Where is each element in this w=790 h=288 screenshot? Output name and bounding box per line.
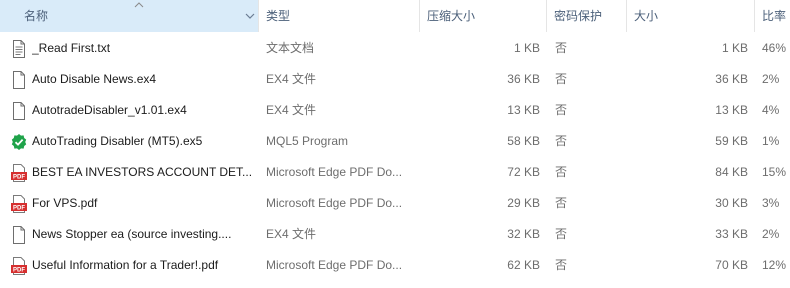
compression-ratio: 15%: [762, 165, 787, 179]
mql5-program-icon: [11, 134, 27, 150]
encrypted-flag: 否: [555, 103, 568, 117]
pdf-file-icon: PDF: [11, 195, 27, 213]
file-type: 文本文档: [266, 41, 315, 55]
sort-ascending-icon: [134, 2, 144, 8]
svg-text:PDF: PDF: [13, 205, 25, 211]
encrypted-flag: 否: [555, 196, 568, 210]
compressed-size: 62 KB: [507, 258, 540, 272]
encrypted-flag: 否: [555, 41, 568, 55]
file-row[interactable]: Auto Disable News.ex4 EX4 文件 36 KB 否 36 …: [0, 64, 790, 95]
compression-ratio: 2%: [762, 72, 780, 86]
encrypted-flag: 否: [555, 134, 568, 148]
compression-ratio: 1%: [762, 134, 780, 148]
file-row[interactable]: AutoTrading Disabler (MT5).ex5 MQL5 Prog…: [0, 126, 790, 157]
compression-ratio: 12%: [762, 258, 787, 272]
encrypted-flag: 否: [555, 72, 568, 86]
file-type: MQL5 Program: [266, 134, 349, 148]
compressed-size: 36 KB: [507, 72, 540, 86]
blank-file-icon: [13, 226, 25, 244]
compressed-size: 13 KB: [507, 103, 540, 117]
compression-ratio: 4%: [762, 103, 780, 117]
file-row[interactable]: PDF For VPS.pdf Microsoft Edge PDF Do...…: [0, 188, 790, 219]
column-header-type[interactable]: 类型: [258, 0, 420, 32]
file-row[interactable]: PDF BEST EA INVESTORS ACCOUNT DET... Mic…: [0, 157, 790, 188]
compressed-size: 58 KB: [507, 134, 540, 148]
svg-text:PDF: PDF: [13, 267, 25, 273]
blank-file-icon: [13, 71, 25, 89]
file-name: AutotradeDisabler_v1.01.ex4: [32, 103, 187, 117]
file-name: Useful Information for a Trader!.pdf: [32, 258, 219, 272]
file-type: EX4 文件: [266, 103, 317, 117]
file-name: For VPS.pdf: [32, 196, 98, 210]
compression-ratio: 2%: [762, 227, 780, 241]
chevron-down-icon[interactable]: [245, 12, 255, 20]
file-type: Microsoft Edge PDF Do...: [266, 258, 403, 272]
file-type: Microsoft Edge PDF Do...: [266, 165, 403, 179]
encrypted-flag: 否: [555, 258, 568, 272]
original-size: 13 KB: [715, 103, 748, 117]
compressed-size: 32 KB: [507, 227, 540, 241]
compressed-size: 1 KB: [513, 41, 540, 55]
compression-ratio: 46%: [762, 41, 787, 55]
file-name: News Stopper ea (source investing....: [32, 227, 232, 241]
column-header-ratio[interactable]: 比率: [754, 0, 790, 32]
file-type: Microsoft Edge PDF Do...: [266, 196, 403, 210]
original-size: 30 KB: [715, 196, 748, 210]
file-row[interactable]: _Read First.txt 文本文档 1 KB 否 1 KB 46%: [0, 33, 790, 64]
pdf-file-icon: PDF: [11, 257, 27, 275]
column-header-compressed-size[interactable]: 压缩大小: [419, 0, 546, 32]
compressed-size: 29 KB: [507, 196, 540, 210]
original-size: 33 KB: [715, 227, 748, 241]
pdf-file-icon: PDF: [11, 164, 27, 182]
original-size: 84 KB: [715, 165, 748, 179]
column-header-bar: 名称 类型 压缩大小 密码保护 大小 比率: [0, 0, 790, 32]
blank-file-icon: [13, 102, 25, 120]
svg-text:PDF: PDF: [13, 174, 25, 180]
file-row[interactable]: AutotradeDisabler_v1.01.ex4 EX4 文件 13 KB…: [0, 95, 790, 126]
file-name: Auto Disable News.ex4: [32, 72, 157, 86]
original-size: 70 KB: [715, 258, 748, 272]
file-row[interactable]: News Stopper ea (source investing.... EX…: [0, 219, 790, 250]
file-row[interactable]: PDF Useful Information for a Trader!.pdf…: [0, 250, 790, 281]
column-header-encrypted[interactable]: 密码保护: [546, 0, 626, 32]
file-name: AutoTrading Disabler (MT5).ex5: [32, 134, 203, 148]
encrypted-flag: 否: [555, 227, 568, 241]
compressed-size: 72 KB: [507, 165, 540, 179]
file-name: _Read First.txt: [32, 41, 111, 55]
original-size: 1 KB: [721, 41, 748, 55]
column-header-name[interactable]: 名称: [0, 0, 258, 32]
file-type: EX4 文件: [266, 72, 317, 86]
encrypted-flag: 否: [555, 165, 568, 179]
column-header-size[interactable]: 大小: [626, 0, 754, 32]
text-file-icon: [13, 40, 25, 58]
original-size: 36 KB: [715, 72, 748, 86]
file-name: BEST EA INVESTORS ACCOUNT DET...: [32, 165, 253, 179]
file-type: EX4 文件: [266, 227, 317, 241]
original-size: 59 KB: [715, 134, 748, 148]
compression-ratio: 3%: [762, 196, 780, 210]
